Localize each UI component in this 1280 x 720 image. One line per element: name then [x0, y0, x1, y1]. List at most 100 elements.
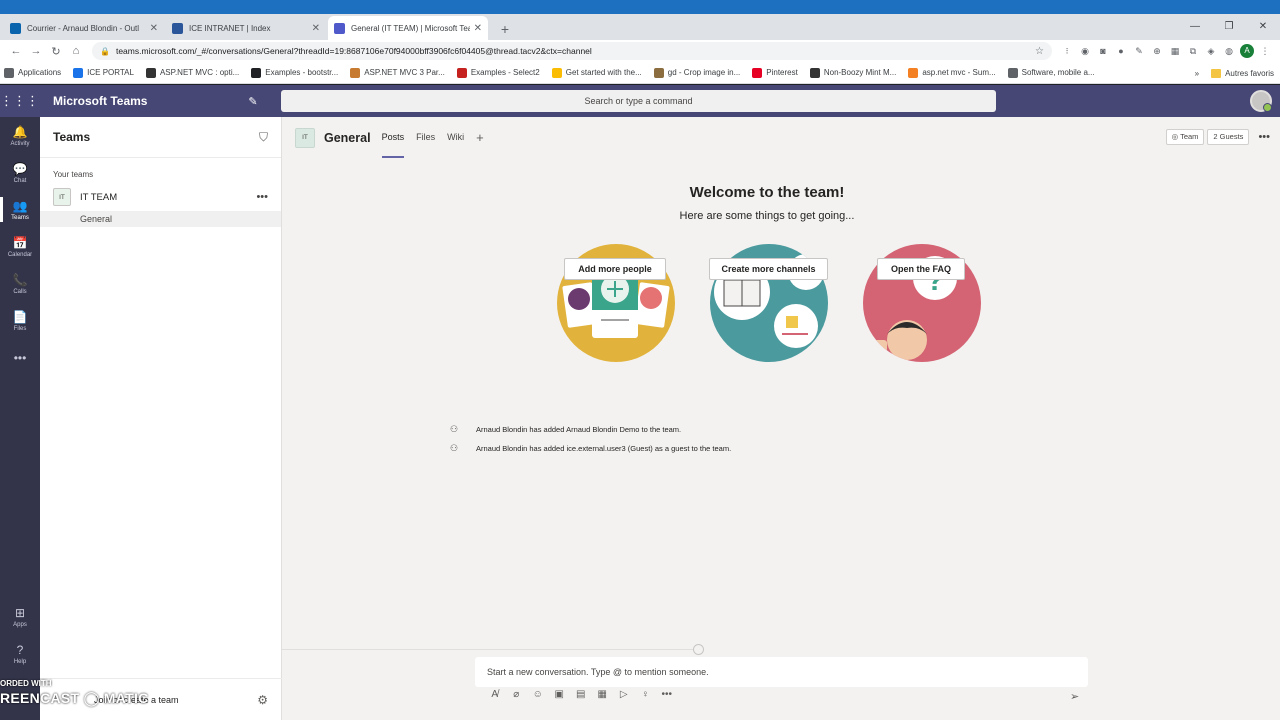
search-input[interactable]: Search or type a command — [281, 90, 996, 112]
bookmark-item[interactable]: Software, mobile a... — [1007, 67, 1095, 78]
app-bar: 🔔 Activity 💬 Chat 👥 Teams 📅 Calendar 📞 Calls 📄 File… — [0, 117, 40, 720]
extension-icon[interactable]: ◉ — [1076, 46, 1094, 57]
add-tab-icon[interactable]: + — [476, 130, 484, 145]
pen-icon[interactable]: ✎ — [1130, 46, 1148, 57]
send-icon[interactable]: ➢ — [1070, 690, 1079, 703]
sticker-icon[interactable]: ▤ — [570, 689, 592, 700]
bookmark-label: ASP.NET MVC : opti... — [159, 68, 240, 77]
meet-now-icon[interactable]: ▦ — [592, 689, 614, 700]
extension-icon[interactable]: ⁝ — [1058, 46, 1076, 57]
praise-icon[interactable]: ♀ — [635, 689, 657, 700]
files-icon: 📄 — [12, 309, 28, 324]
team-item-it-team[interactable]: IT IT TEAM ••• — [40, 185, 281, 209]
bookmark-star-icon[interactable]: ☆ — [1035, 46, 1044, 57]
gear-icon[interactable]: ⚙ — [257, 693, 268, 707]
new-conversation-input[interactable]: Start a new conversation. Type @ to ment… — [475, 657, 1088, 687]
bookmark-label: gd - Crop image in... — [667, 68, 741, 77]
close-tab-icon[interactable]: ✕ — [150, 23, 158, 34]
bookmark-item[interactable]: asp.net mvc - Sum... — [908, 67, 996, 78]
close-tab-icon[interactable]: ✕ — [474, 23, 482, 34]
create-more-channels-button[interactable]: Create more channels — [709, 258, 828, 280]
bookmark-item[interactable]: Pinterest — [752, 67, 798, 78]
bookmark-item[interactable]: ICE PORTAL — [73, 67, 134, 78]
lock-icon[interactable]: 🔒 — [100, 47, 110, 56]
bookmark-item[interactable]: ASP.NET MVC : opti... — [145, 67, 240, 78]
extension-icon[interactable]: ▦ — [1166, 46, 1184, 57]
panel-title: Teams — [53, 130, 91, 144]
more-apps-icon[interactable]: ••• — [0, 339, 40, 376]
back-icon[interactable]: ← — [6, 45, 26, 57]
home-icon[interactable]: ⌂ — [66, 45, 86, 57]
bookmark-item[interactable]: Applications — [4, 67, 61, 78]
extension-icon[interactable]: ⊕ — [1148, 46, 1166, 57]
restore-icon[interactable]: ❐ — [1212, 14, 1246, 40]
bookmark-item[interactable]: Get started with the... — [551, 67, 642, 78]
browser-tab-outlook[interactable]: Courrier - Arnaud Blondin - Outl ✕ — [4, 16, 164, 40]
appbar-item-apps[interactable]: ⊞ Apps — [0, 598, 40, 635]
minimize-icon[interactable]: — — [1178, 14, 1212, 40]
more-options-icon[interactable]: ••• — [256, 191, 268, 203]
channel-item-general[interactable]: General — [40, 211, 281, 227]
appbar-item-help[interactable]: ? Help — [0, 635, 40, 672]
format-icon[interactable]: A̸ — [484, 689, 506, 700]
team-pill[interactable]: ◎ Team — [1165, 129, 1205, 145]
stream-icon[interactable]: ▷ — [613, 689, 635, 700]
reload-icon[interactable]: ↻ — [46, 45, 66, 58]
bookmark-item[interactable]: Examples - bootstr... — [251, 67, 339, 78]
tab-files[interactable]: Files — [416, 117, 435, 158]
extension-icon[interactable]: ● — [1112, 46, 1130, 56]
url-input[interactable]: 🔒 teams.microsoft.com/_#/conversations/G… — [92, 42, 1052, 60]
appbar-item-chat[interactable]: 💬 Chat — [0, 154, 40, 191]
app-title: Microsoft Teams — [53, 94, 148, 108]
new-chat-icon[interactable]: ✎ — [243, 95, 263, 108]
tab-title: ICE INTRANET | Index — [189, 23, 271, 33]
url-text: teams.microsoft.com/_#/conversations/Gen… — [115, 46, 592, 56]
appbar-item-calendar[interactable]: 📅 Calendar — [0, 228, 40, 265]
appbar-label: Teams — [11, 214, 29, 221]
appbar-item-files[interactable]: 📄 Files — [0, 302, 40, 339]
open-faq-button[interactable]: Open the FAQ — [877, 258, 965, 280]
filter-icon[interactable]: ⛉ — [259, 130, 268, 145]
bookmarks-overflow-icon[interactable]: » — [1195, 69, 1199, 78]
appbar-item-activity[interactable]: 🔔 Activity — [0, 117, 40, 154]
profile-avatar[interactable]: A — [1240, 44, 1254, 58]
app-launcher-icon[interactable]: ⋮⋮⋮ — [0, 93, 39, 109]
calls-icon: 📞 — [12, 272, 28, 287]
guests-pill[interactable]: 2 Guests — [1207, 129, 1250, 145]
appbar-item-teams[interactable]: 👥 Teams — [0, 191, 40, 228]
tab-posts[interactable]: Posts — [381, 117, 404, 158]
emoji-icon[interactable]: ☺ — [527, 689, 549, 700]
address-bar: ← → ↻ ⌂ 🔒 teams.microsoft.com/_#/convers… — [0, 40, 1280, 62]
browser-tab-intranet[interactable]: ICE INTRANET | Index ✕ — [166, 16, 326, 40]
teams-favicon — [334, 22, 345, 34]
bookmark-item[interactable]: ASP.NET MVC 3 Par... — [350, 67, 445, 78]
bookmark-favicon-icon — [4, 67, 14, 78]
channel-header: IT General Posts Files Wiki + ◎ Team 2 G… — [282, 117, 1280, 158]
bookmark-item[interactable]: gd - Crop image in... — [653, 67, 741, 78]
compose-placeholder: Start a new conversation. Type @ to ment… — [487, 667, 709, 677]
new-tab-button[interactable]: + — [494, 18, 516, 40]
appbar-item-calls[interactable]: 📞 Calls — [0, 265, 40, 302]
close-tab-icon[interactable]: ✕ — [312, 23, 320, 34]
extension-icon[interactable]: ◍ — [1220, 46, 1238, 57]
code-icon[interactable]: ⧉ — [1184, 46, 1202, 57]
extension-icon[interactable]: ◈ — [1202, 46, 1220, 57]
gif-icon[interactable]: ▣ — [549, 689, 571, 700]
camera-icon[interactable]: ◙ — [1094, 46, 1112, 56]
bookmark-label: Get started with the... — [565, 68, 642, 77]
other-bookmarks[interactable]: » Autres favoris — [1195, 62, 1274, 84]
attach-icon[interactable]: ⌀ — [506, 689, 528, 700]
forward-icon[interactable]: → — [26, 45, 46, 57]
bookmark-item[interactable]: Non-Boozy Mint M... — [809, 67, 896, 78]
add-more-people-button[interactable]: Add more people — [564, 258, 666, 280]
bookmark-label: Examples - bootstr... — [265, 68, 339, 77]
menu-icon[interactable]: ⋮ — [1256, 46, 1274, 57]
bookmark-item[interactable]: Examples - Select2 — [456, 67, 540, 78]
user-avatar[interactable] — [1250, 90, 1272, 112]
scroll-knob[interactable] — [693, 644, 704, 655]
more-options-icon[interactable]: ••• — [656, 689, 678, 700]
close-window-icon[interactable]: ✕ — [1246, 14, 1280, 40]
tab-wiki[interactable]: Wiki — [447, 117, 464, 158]
more-options-icon[interactable]: ••• — [1258, 131, 1270, 143]
browser-tab-teams[interactable]: General (IT TEAM) | Microsoft Tea ✕ — [328, 16, 488, 40]
